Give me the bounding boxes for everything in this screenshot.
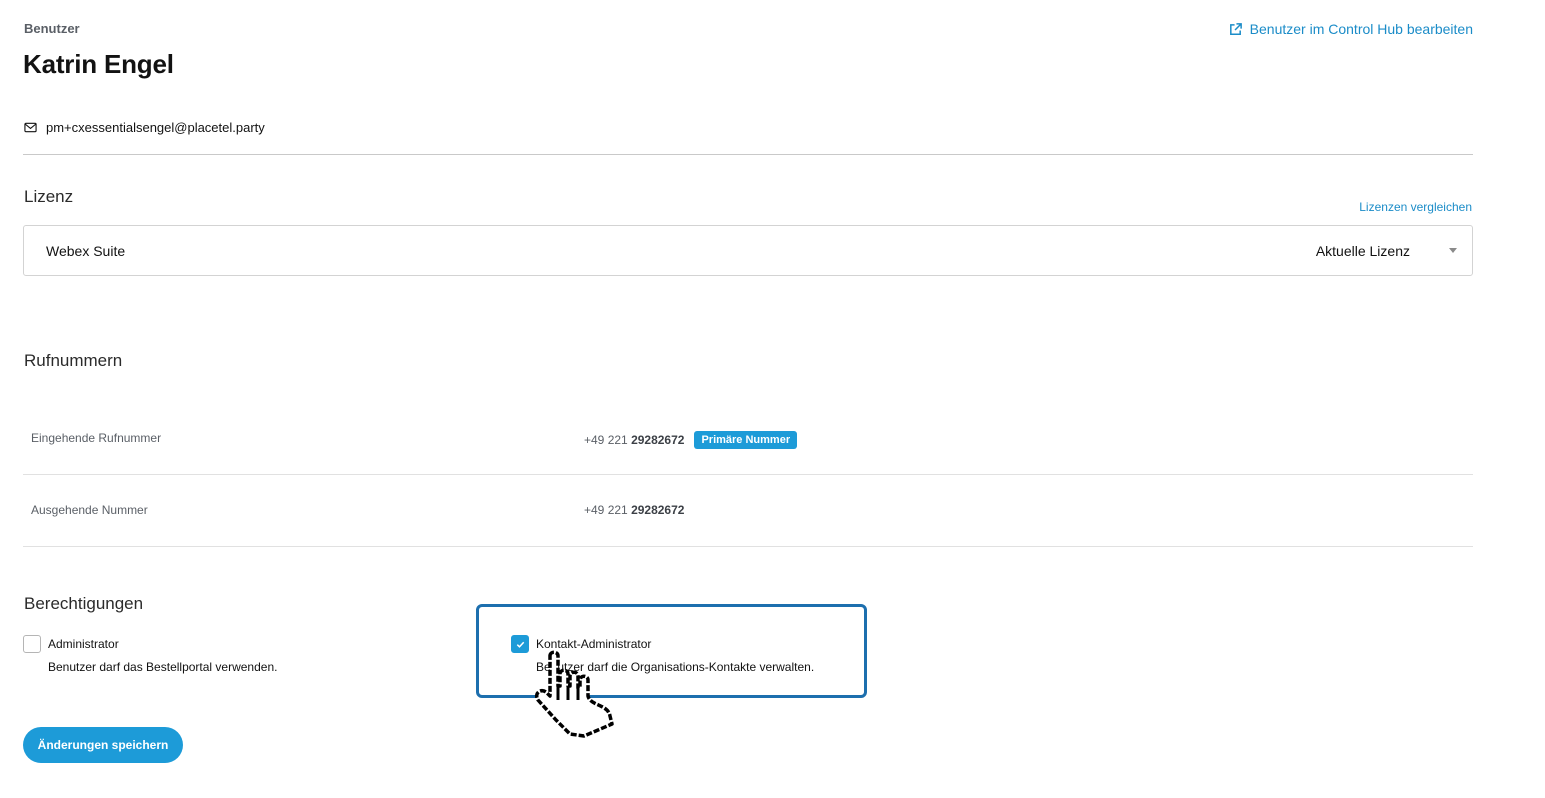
number-main: 29282672 — [631, 433, 685, 447]
compare-licenses-link[interactable]: Lizenzen vergleichen — [1359, 200, 1472, 214]
license-select[interactable]: Webex Suite Aktuelle Lizenz — [23, 225, 1473, 276]
email-text: pm+cxessentialsengel@placetel.party — [46, 120, 265, 135]
number-main: 29282672 — [631, 503, 685, 517]
table-row: Eingehende Rufnummer +49 221 29282672 Pr… — [23, 403, 1473, 475]
save-button[interactable]: Änderungen speichern — [23, 727, 183, 763]
email-row: pm+cxessentialsengel@placetel.party — [24, 120, 265, 135]
user-detail-page: Benutzer Benutzer im Control Hub bearbei… — [0, 0, 1545, 798]
edit-in-control-hub-link[interactable]: Benutzer im Control Hub bearbeiten — [1228, 21, 1473, 37]
highlight-box — [476, 604, 867, 698]
divider — [23, 154, 1473, 155]
license-name: Webex Suite — [46, 242, 126, 259]
number-value: +49 221 29282672 — [584, 503, 684, 517]
permission-description: Benutzer darf das Bestellportal verwende… — [48, 660, 278, 674]
number-label: Eingehende Rufnummer — [31, 431, 162, 445]
edit-link-label: Benutzer im Control Hub bearbeiten — [1249, 21, 1473, 37]
external-link-icon — [1229, 22, 1242, 35]
caret-down-icon — [1449, 248, 1457, 253]
number-prefix: +49 221 — [584, 503, 628, 517]
page-title: Katrin Engel — [23, 49, 174, 79]
mail-icon — [24, 122, 37, 133]
primary-number-badge: Primäre Nummer — [694, 431, 798, 449]
permission-label[interactable]: Administrator — [48, 637, 119, 651]
permission-label[interactable]: Kontakt-Administrator — [536, 637, 651, 651]
contact-administrator-checkbox[interactable] — [511, 635, 529, 653]
license-status: Aktuelle Lizenz — [1315, 242, 1410, 259]
table-row: Ausgehende Nummer +49 221 29282672 — [23, 475, 1473, 547]
permissions-section-title: Berechtigungen — [24, 594, 144, 613]
hand-pointer-icon — [534, 650, 614, 738]
number-value: +49 221 29282672 Primäre Nummer — [584, 431, 798, 449]
administrator-checkbox[interactable] — [23, 635, 41, 653]
check-icon — [516, 641, 524, 648]
license-section-title: Lizenz — [24, 187, 74, 206]
number-label: Ausgehende Nummer — [31, 503, 148, 517]
breadcrumb[interactable]: Benutzer — [24, 21, 80, 36]
numbers-section-title: Rufnummern — [24, 351, 123, 370]
permission-description: Benutzer darf die Organisations-Kontakte… — [536, 660, 815, 674]
number-prefix: +49 221 — [584, 433, 628, 447]
